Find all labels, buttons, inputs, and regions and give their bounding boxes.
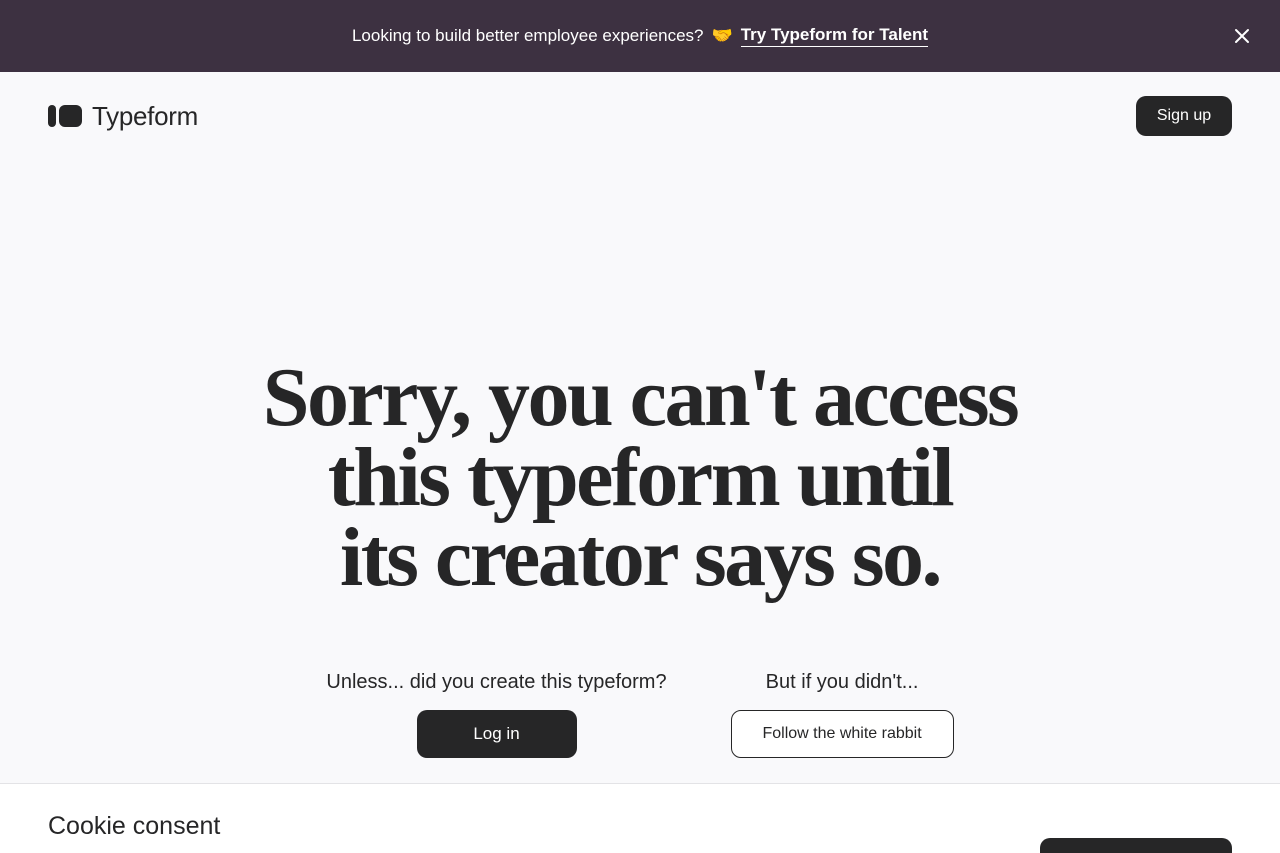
cookie-accept-button[interactable]: [1040, 838, 1232, 853]
typeform-logo[interactable]: Typeform: [48, 101, 198, 132]
not-creator-prompt: But if you didn't...: [765, 671, 919, 693]
promo-banner: Looking to build better employee experie…: [0, 0, 1280, 72]
close-banner-button[interactable]: [1230, 24, 1254, 48]
headline-line-1: Sorry, you can't access: [262, 351, 1020, 444]
site-header: Typeform Sign up: [0, 72, 1280, 160]
headline-line-3: its creator says so.: [339, 511, 943, 604]
sign-up-button[interactable]: Sign up: [1136, 96, 1232, 136]
close-icon: [1235, 29, 1249, 43]
follow-white-rabbit-button[interactable]: Follow the white rabbit: [730, 710, 954, 758]
creator-prompt: Unless... did you create this typeform?: [326, 671, 667, 693]
cookie-consent-panel: Cookie consent: [0, 783, 1280, 853]
rabbit-cta: But if you didn't... Follow the white ra…: [730, 668, 954, 758]
try-typeform-talent-link[interactable]: Try Typeform for Talent: [740, 25, 929, 47]
banner-text: Looking to build better employee experie…: [351, 26, 704, 45]
login-cta: Unless... did you create this typeform? …: [326, 668, 667, 758]
log-in-button[interactable]: Log in: [416, 710, 577, 758]
logo-wordmark: Typeform: [92, 100, 198, 131]
page-title: Sorry, you can't access this typeform un…: [0, 351, 1280, 604]
handshake-emoji: 🤝: [711, 26, 733, 45]
typeform-logo-icon: [48, 105, 82, 127]
headline-line-2: this typeform until: [327, 431, 955, 524]
cookie-consent-title: Cookie consent: [48, 812, 221, 840]
cta-row: Unless... did you create this typeform? …: [0, 668, 1280, 758]
